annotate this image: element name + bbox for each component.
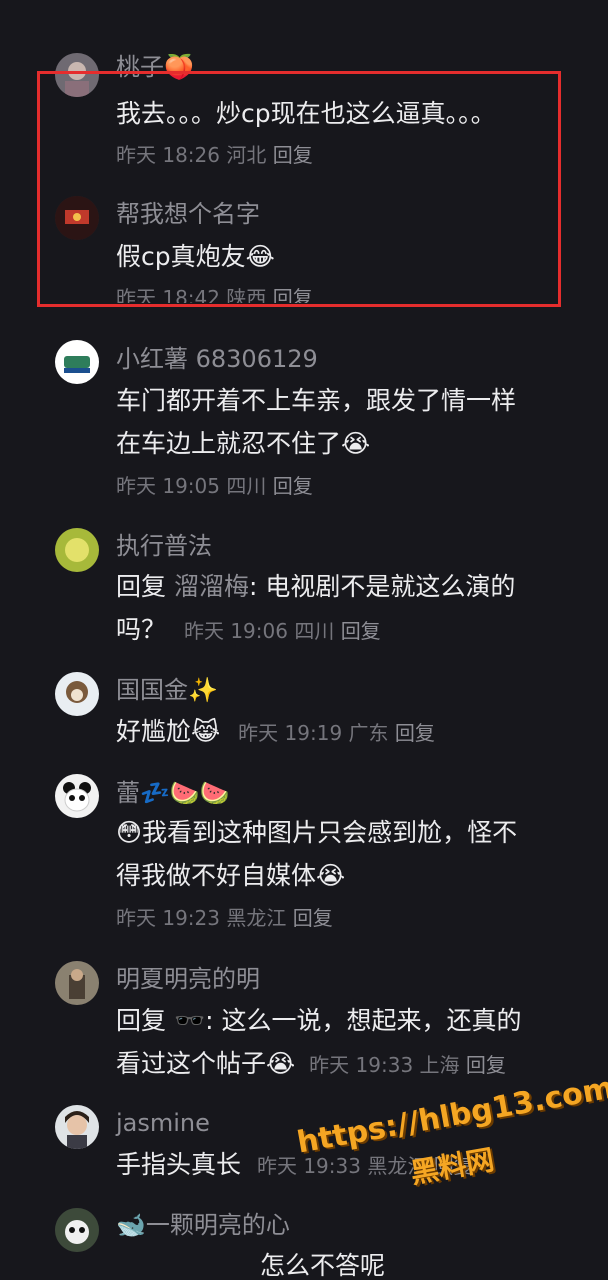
reply-button[interactable]: 回复: [466, 1053, 506, 1077]
avatar[interactable]: [55, 340, 99, 384]
avatar[interactable]: [55, 961, 99, 1005]
reply-prefix: 回复: [116, 572, 167, 601]
comment-text-part: 好尴尬😹: [116, 717, 221, 746]
comment-username[interactable]: 🐋一颗明亮的心: [116, 1210, 290, 1240]
comment-text: 回复 溜溜梅: 电视剧不是就这么演的 吗？ 昨天 19:06 四川 回复: [116, 565, 556, 653]
comment-text-part: : 电视剧不是就这么演的: [248, 572, 516, 601]
comment-text-part: 怎么不答呢: [260, 1251, 386, 1280]
comment-region: 广东: [348, 721, 389, 745]
avatar[interactable]: [55, 1105, 99, 1149]
reply-button[interactable]: 回复: [395, 721, 435, 745]
avatar[interactable]: [55, 774, 99, 818]
comment-text-part: 手指头真长: [116, 1150, 242, 1179]
comment-text-line: 回复 溜溜梅: 电视剧不是就这么演的: [116, 565, 556, 608]
comment-text-part: 吗？: [116, 615, 167, 644]
comment-time: 昨天 19:23: [116, 906, 220, 930]
comment-time: 昨天 19:33: [309, 1053, 414, 1077]
comment-meta: 昨天 19:06 四川 回复: [184, 619, 381, 643]
comment-text: 车门都开着不上车亲，跟发了情一样 在车边上就忍不住了😭: [116, 379, 556, 465]
comment-text-line: 得我做不好自媒体😭: [116, 861, 346, 890]
comment-text-line: 车门都开着不上车亲，跟发了情一样: [116, 386, 517, 415]
comment-region: 四川: [294, 619, 335, 643]
comment-text: 怎么不答呢: [260, 1244, 460, 1280]
mention-link[interactable]: 🕶️: [174, 1006, 205, 1035]
comment-time: 昨天 19:05: [116, 474, 220, 498]
comment-username[interactable]: 执行普法: [116, 531, 212, 561]
comment-text: 回复 🕶️: 这么一说，想起来，还真的 看过这个帖子😭 昨天 19:33 上海 …: [116, 999, 556, 1087]
comment-username[interactable]: jasmine: [116, 1108, 210, 1138]
comment-text-part: : 这么一说，想起来，还真的: [205, 1006, 522, 1035]
comment-text-line: 回复 🕶️: 这么一说，想起来，还真的: [116, 999, 556, 1042]
comment-meta: 昨天 19:23 黑龙江 回复: [116, 904, 333, 932]
reply-button[interactable]: 回复: [341, 619, 381, 643]
reply-prefix: 回复: [116, 1006, 167, 1035]
comment-region: 上海: [419, 1053, 460, 1077]
comment-meta: 昨天 19:33 上海 回复: [309, 1053, 506, 1077]
comment-region: 四川: [226, 474, 267, 498]
comment-meta: 昨天 19:05 四川 回复: [116, 472, 313, 500]
reply-button[interactable]: 回复: [293, 906, 333, 930]
comment-text-line: 吗？ 昨天 19:06 四川 回复: [116, 608, 556, 653]
comment-text-line: 在车边上就忍不住了😭: [116, 429, 371, 458]
comment-text: 好尴尬😹 昨天 19:19 广东 回复: [116, 710, 556, 755]
comment-time: 昨天 19:19: [238, 721, 343, 745]
mention-link[interactable]: 溜溜梅: [174, 572, 249, 601]
comment-text-line: 看过这个帖子😭 昨天 19:33 上海 回复: [116, 1042, 556, 1087]
comment-text-line: 😳我看到这种图片只会感到尬，怪不: [116, 818, 518, 847]
comment-text: 😳我看到这种图片只会感到尬，怪不 得我做不好自媒体😭: [116, 811, 556, 897]
comment-region: 黑龙江: [226, 906, 287, 930]
highlight-box: [37, 71, 561, 307]
comment-username[interactable]: 小红薯 68306129: [116, 344, 318, 374]
reply-button[interactable]: 回复: [273, 474, 313, 498]
avatar[interactable]: [55, 528, 99, 572]
comment-username[interactable]: 蕾💤🍉🍉: [116, 778, 230, 808]
comment-username[interactable]: 国国金✨: [116, 675, 218, 705]
avatar[interactable]: [55, 1208, 99, 1252]
avatar[interactable]: [55, 672, 99, 716]
comment-username[interactable]: 明夏明亮的明: [116, 964, 260, 994]
comment-meta: 昨天 19:19 广东 回复: [238, 721, 435, 745]
comment-text-part: 看过这个帖子😭: [116, 1049, 296, 1078]
comment-time: 昨天 19:06: [183, 619, 288, 643]
